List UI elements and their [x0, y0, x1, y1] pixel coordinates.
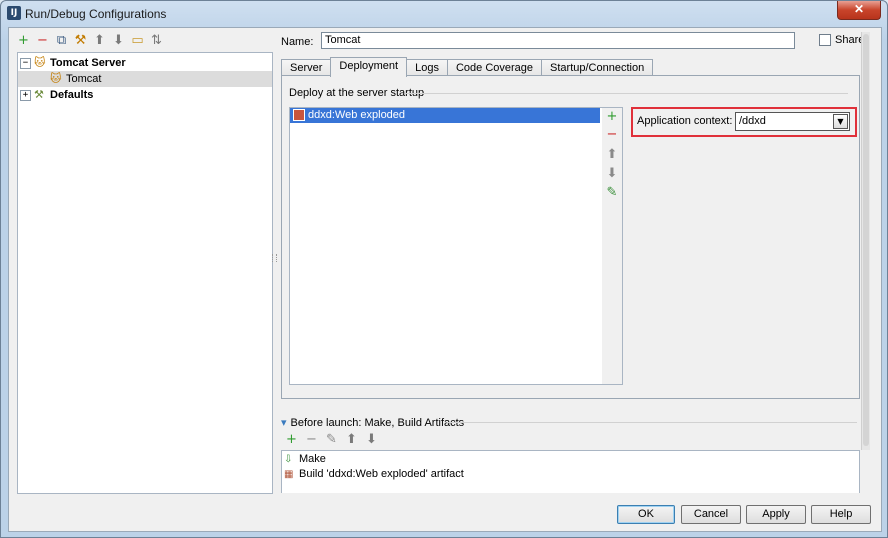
tab-code-coverage[interactable]: Code Coverage [446, 59, 543, 76]
web-artifact-icon [293, 109, 305, 122]
expand-toggle-icon[interactable]: + [20, 89, 31, 101]
move-down-icon[interactable]: ⬇ [606, 167, 618, 181]
task-label: Build 'ddxd:Web exploded' artifact [299, 468, 464, 480]
before-launch-header[interactable]: ▾ Before launch: Make, Build Artifacts [281, 416, 464, 429]
title-bar[interactable]: IJ Run/Debug Configurations ✕ [1, 1, 887, 27]
intellij-app-icon: IJ [7, 6, 21, 20]
move-up-icon[interactable]: ⬆ [345, 433, 358, 447]
move-up-icon[interactable]: ⬆ [606, 148, 618, 162]
application-context-label: Application context: [637, 115, 733, 127]
tree-item-tomcat-server[interactable]: − 🐱 Tomcat Server [20, 55, 126, 71]
list-item[interactable]: ddxd:Web exploded [290, 108, 600, 123]
collapse-toggle-icon[interactable]: − [20, 57, 31, 69]
add-icon[interactable]: + [285, 433, 298, 447]
tree-item-label: Defaults [50, 89, 94, 101]
share-label: Share [835, 34, 865, 46]
tree-item-label: Tomcat Server [50, 57, 126, 69]
defaults-wrench-icon: ⚒ [34, 88, 44, 102]
configuration-tree[interactable]: − 🐱 Tomcat Server 🐱 Tomcat + ⚒ Defaults [17, 52, 273, 494]
add-artifact-icon[interactable]: + [606, 110, 618, 124]
tree-item-defaults[interactable]: + ⚒ Defaults [20, 87, 93, 103]
scrollbar-thumb[interactable] [863, 34, 869, 446]
deployment-side-toolbar: + − ⬆ ⬇ ✎ [602, 107, 623, 385]
add-icon[interactable]: + [17, 34, 30, 48]
before-launch-title: Before launch: Make, Build Artifacts [290, 416, 465, 429]
build-artifact-icon: ▦ [284, 469, 294, 480]
application-context-highlight: Application context: /ddxd ▼ [631, 107, 857, 137]
dialog-content: + − ⧉ ⚒ ⬆ ⬇ ▭ ⇅ − 🐱 Tomcat Server 🐱 Tomcat … [8, 27, 882, 532]
share-checkbox[interactable]: Share [819, 34, 864, 46]
name-label: Name: [281, 36, 314, 48]
application-context-combobox[interactable]: /ddxd ▼ [735, 112, 850, 131]
tree-item-tomcat[interactable]: 🐱 Tomcat [18, 71, 272, 87]
cancel-button[interactable]: Cancel [681, 505, 741, 524]
help-button[interactable]: Help [811, 505, 871, 524]
config-tabs: Server Deployment Logs Code Coverage Sta… [281, 57, 654, 77]
collapse-arrow-icon[interactable]: ▾ [281, 416, 287, 429]
window-title: Run/Debug Configurations [25, 7, 167, 21]
move-down-icon[interactable]: ⬇ [112, 34, 125, 48]
wrench-icon[interactable]: ⚒ [74, 34, 87, 48]
remove-icon[interactable]: − [36, 34, 49, 48]
list-item[interactable]: ▦ Build 'ddxd:Web exploded' artifact [284, 467, 464, 482]
before-launch-task-list[interactable]: ⇩ Make ▦ Build 'ddxd:Web exploded' artifac… [281, 450, 860, 493]
deploy-group-label: Deploy at the server startup [289, 87, 425, 99]
tomcat-cat-icon: 🐱 [50, 72, 62, 86]
deployment-artifact-list[interactable]: ddxd:Web exploded [289, 107, 603, 385]
tab-server[interactable]: Server [281, 59, 332, 76]
move-up-icon[interactable]: ⬆ [93, 34, 106, 48]
copy-icon[interactable]: ⧉ [55, 34, 68, 48]
tomcat-cat-icon: 🐱 [34, 56, 46, 70]
remove-icon[interactable]: − [305, 433, 318, 447]
ok-button[interactable]: OK [617, 505, 675, 524]
task-label: Make [299, 453, 326, 465]
name-input[interactable]: Tomcat [321, 32, 795, 49]
list-item[interactable]: ⇩ Make [284, 452, 326, 467]
application-context-value: /ddxd [739, 115, 766, 127]
before-launch-toolbar: + − ✎ ⬆ ⬇ [285, 433, 378, 447]
artifact-label: ddxd:Web exploded [308, 109, 406, 121]
apply-button[interactable]: Apply [746, 505, 806, 524]
deployment-panel: Deploy at the server startup ddxd:Web ex… [281, 75, 860, 399]
remove-artifact-icon[interactable]: − [606, 128, 618, 142]
folder-icon[interactable]: ▭ [131, 34, 144, 48]
chevron-down-icon[interactable]: ▼ [833, 114, 848, 129]
edit-pencil-icon[interactable]: ✎ [325, 433, 338, 447]
share-checkbox-box[interactable] [819, 34, 831, 46]
make-icon: ⇩ [284, 454, 293, 465]
run-debug-dialog: IJ Run/Debug Configurations ✕ + − ⧉ ⚒ ⬆ … [0, 0, 888, 538]
vertical-scrollbar[interactable] [861, 32, 870, 450]
edit-pencil-icon[interactable]: ✎ [606, 186, 618, 200]
move-down-icon[interactable]: ⬇ [365, 433, 378, 447]
pane-splitter[interactable] [272, 254, 277, 262]
config-toolbar: + − ⧉ ⚒ ⬆ ⬇ ▭ ⇅ [17, 32, 163, 50]
tab-startup-connection[interactable]: Startup/Connection [541, 59, 654, 76]
before-launch-divider [447, 422, 857, 423]
tab-logs[interactable]: Logs [406, 59, 448, 76]
close-window-button[interactable]: ✕ [837, 1, 881, 20]
group-divider [406, 93, 848, 94]
tree-item-label: Tomcat [66, 73, 102, 85]
sort-icon[interactable]: ⇅ [150, 34, 163, 48]
tab-deployment[interactable]: Deployment [330, 57, 408, 77]
